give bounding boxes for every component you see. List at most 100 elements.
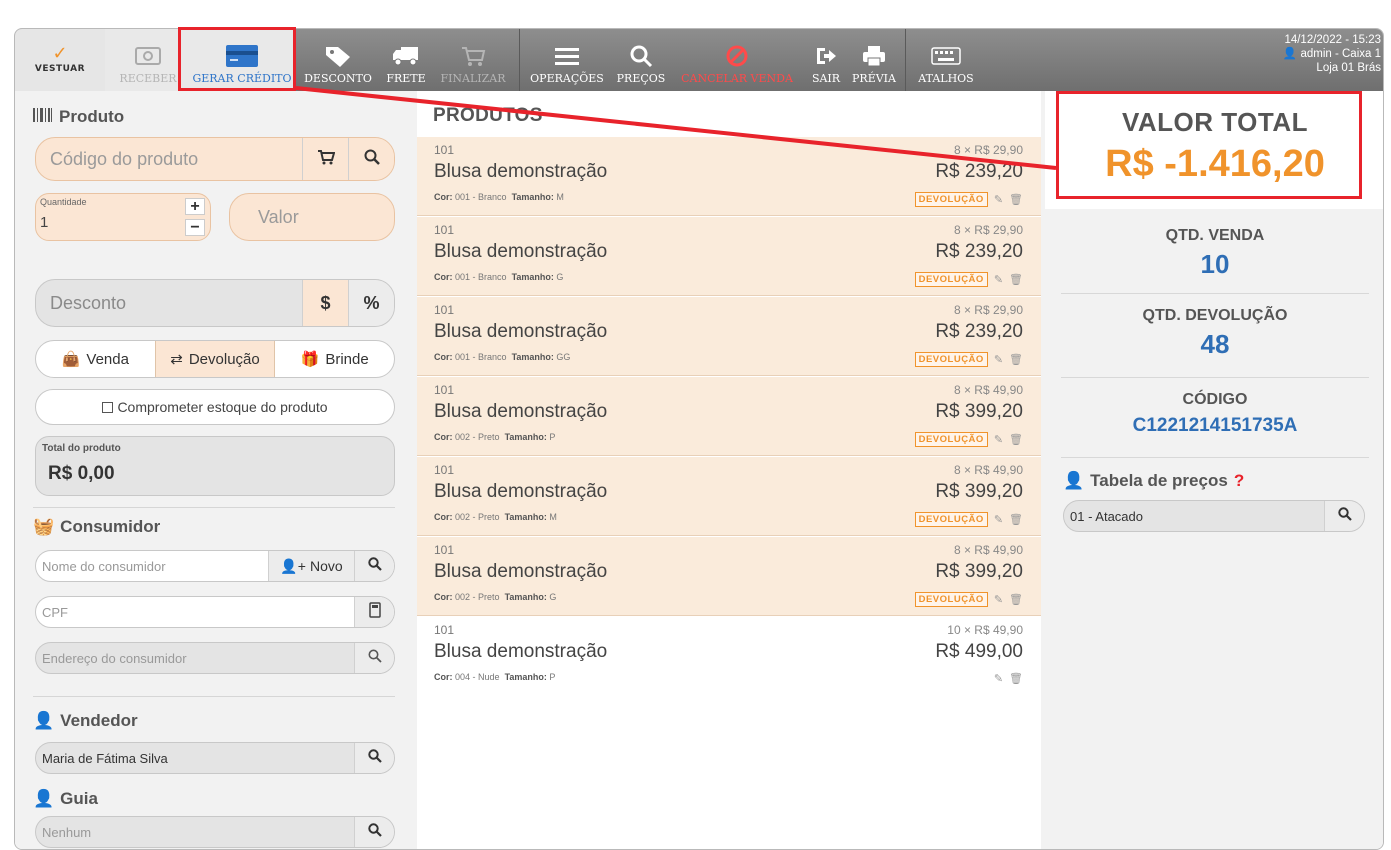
vendedor-input[interactable]: Maria de Fátima Silva (36, 743, 354, 773)
search-produto-button[interactable] (348, 138, 394, 180)
mode-devolucao[interactable]: ⇄ Devolução (154, 341, 276, 377)
trash-icon[interactable]: 🗑 (1009, 193, 1023, 206)
trash-icon[interactable]: 🗑 (1009, 273, 1023, 286)
finalizar-button[interactable]: FINALIZAR (433, 29, 513, 91)
endereco-input[interactable]: Endereço do consumidor (36, 643, 354, 673)
pencil-icon[interactable]: ✎ (994, 593, 1003, 606)
product-attributes: Cor: 002 - Preto Tamanho: P (434, 432, 555, 442)
product-tamanho: M (556, 192, 564, 202)
product-tamanho: M (549, 512, 557, 522)
mode-brinde[interactable]: 🎁 Brinde (275, 341, 394, 377)
product-row[interactable]: 101 Blusa demonstração Cor: 001 - Branco T… (417, 297, 1041, 376)
check-logo-icon: ✓ (52, 43, 68, 64)
trash-icon[interactable]: 🗑 (1009, 672, 1023, 685)
quantidade-input[interactable]: Quantidade 1 (36, 194, 180, 240)
tabela-precos-input[interactable]: 01 - Atacado (1064, 501, 1324, 531)
valor-field[interactable]: Valor (229, 193, 395, 241)
tamanho-label: Tamanho: (504, 512, 547, 522)
cor-label: Cor: (434, 272, 453, 282)
pencil-icon[interactable]: ✎ (994, 513, 1003, 526)
mode-venda[interactable]: 👜 Venda (36, 341, 155, 377)
endereco-field[interactable]: Endereço do consumidor (35, 642, 395, 674)
search-tabela-button[interactable] (1324, 501, 1364, 531)
product-row[interactable]: 101 Blusa demonstração Cor: 004 - Nude Tam… (417, 617, 1041, 696)
frete-button[interactable]: FRETE (381, 29, 431, 91)
guia-input[interactable]: Nenhum (36, 817, 354, 847)
cor-label: Cor: (434, 352, 453, 362)
search-guia-button[interactable] (354, 817, 394, 847)
pencil-icon[interactable]: ✎ (994, 353, 1003, 366)
cpf-input[interactable]: CPF (36, 597, 354, 627)
search-icon (368, 649, 382, 668)
search-endereco-button[interactable] (354, 643, 394, 673)
product-row[interactable]: 101 Blusa demonstração Cor: 002 - Preto Ta… (417, 457, 1041, 536)
produto-section-title: Produto (33, 107, 124, 127)
bag-icon: 👜 (61, 351, 81, 368)
pencil-icon[interactable]: ✎ (994, 672, 1003, 685)
divider (1061, 457, 1369, 458)
product-row[interactable]: 101 Blusa demonstração Cor: 002 - Preto Ta… (417, 537, 1041, 616)
keyboard-icon (931, 43, 961, 69)
search-vendedor-button[interactable] (354, 743, 394, 773)
plus-icon[interactable]: + (185, 198, 205, 215)
operacoes-button[interactable]: OPERAÇÕES (525, 29, 609, 91)
search-consumidor-button[interactable] (354, 551, 394, 581)
product-code: 101 (434, 303, 455, 317)
cpf-field[interactable]: CPF (35, 596, 395, 628)
product-name: Blusa demonstração (434, 481, 608, 502)
tamanho-label: Tamanho: (504, 432, 547, 442)
desconto-input[interactable]: Desconto (36, 280, 302, 326)
product-total: R$ 499,00 (935, 641, 1023, 662)
cash-icon (135, 43, 161, 69)
consumidor-section-title: 🧺 Consumidor (33, 517, 161, 536)
product-code: 101 (434, 383, 455, 397)
produtos-panel: PRODUTOS 101 Blusa demonstração Cor: 001 -… (417, 91, 1041, 849)
divider (33, 507, 395, 508)
codigo-produto-input[interactable]: Código do produto (36, 138, 302, 180)
tabela-precos-field[interactable]: 01 - Atacado (1063, 500, 1365, 532)
previa-button[interactable]: PRÉVIA (849, 29, 899, 91)
cancelar-venda-button[interactable]: CANCELAR VENDA (675, 29, 799, 91)
user-icon: 👤 (1063, 471, 1085, 490)
quantidade-field[interactable]: Quantidade 1 + − (35, 193, 211, 241)
precos-button[interactable]: PREÇOS (611, 29, 671, 91)
pencil-icon[interactable]: ✎ (994, 273, 1003, 286)
desconto-currency-button[interactable]: $ (302, 280, 348, 326)
tamanho-label: Tamanho: (511, 272, 554, 282)
left-panel: Produto Código do produto Quantidade 1 +… (15, 91, 415, 849)
cart-search-button[interactable] (302, 138, 348, 180)
valor-input[interactable]: Valor (230, 194, 394, 240)
help-icon[interactable]: ? (1234, 471, 1244, 491)
trash-icon[interactable]: 🗑 (1009, 513, 1023, 526)
sair-button[interactable]: SAIR (805, 29, 847, 91)
product-code: 101 (434, 543, 455, 557)
calculator-button[interactable] (354, 597, 394, 627)
trash-icon[interactable]: 🗑 (1009, 353, 1023, 366)
desconto-button[interactable]: DESCONTO (299, 29, 377, 91)
codigo-produto-field[interactable]: Código do produto (35, 137, 395, 181)
pencil-icon[interactable]: ✎ (994, 193, 1003, 206)
product-qty-price: 8 × R$ 29,90 (953, 303, 1023, 317)
product-name: Blusa demonstração (434, 321, 608, 342)
pencil-icon[interactable]: ✎ (994, 433, 1003, 446)
consumidor-input[interactable]: Nome do consumidor (36, 551, 268, 581)
comprometer-checkbox[interactable]: Comprometer estoque do produto (35, 389, 395, 425)
novo-consumidor-button[interactable]: 👤+ Novo (268, 551, 354, 581)
minus-icon[interactable]: − (185, 219, 205, 236)
atalhos-button[interactable]: ATALHOS (911, 29, 981, 91)
desconto-field[interactable]: Desconto $ % (35, 279, 395, 327)
product-row[interactable]: 101 Blusa demonstração Cor: 001 - Branco T… (417, 137, 1041, 216)
gerar-credito-highlight (178, 27, 296, 91)
product-total: R$ 239,20 (935, 321, 1023, 342)
guia-field[interactable]: Nenhum (35, 816, 395, 848)
product-tamanho: G (549, 592, 557, 602)
product-row[interactable]: 101 Blusa demonstração Cor: 001 - Branco T… (417, 217, 1041, 296)
desconto-percent-button[interactable]: % (348, 280, 394, 326)
trash-icon[interactable]: 🗑 (1009, 593, 1023, 606)
consumidor-field[interactable]: Nome do consumidor 👤+ Novo (35, 550, 395, 582)
vendedor-field[interactable]: Maria de Fátima Silva (35, 742, 395, 774)
trash-icon[interactable]: 🗑 (1009, 433, 1023, 446)
tamanho-label: Tamanho: (504, 672, 547, 682)
codigo-block: CÓDIGO C1221214151735A (1045, 391, 1383, 437)
product-row[interactable]: 101 Blusa demonstração Cor: 002 - Preto Ta… (417, 377, 1041, 456)
